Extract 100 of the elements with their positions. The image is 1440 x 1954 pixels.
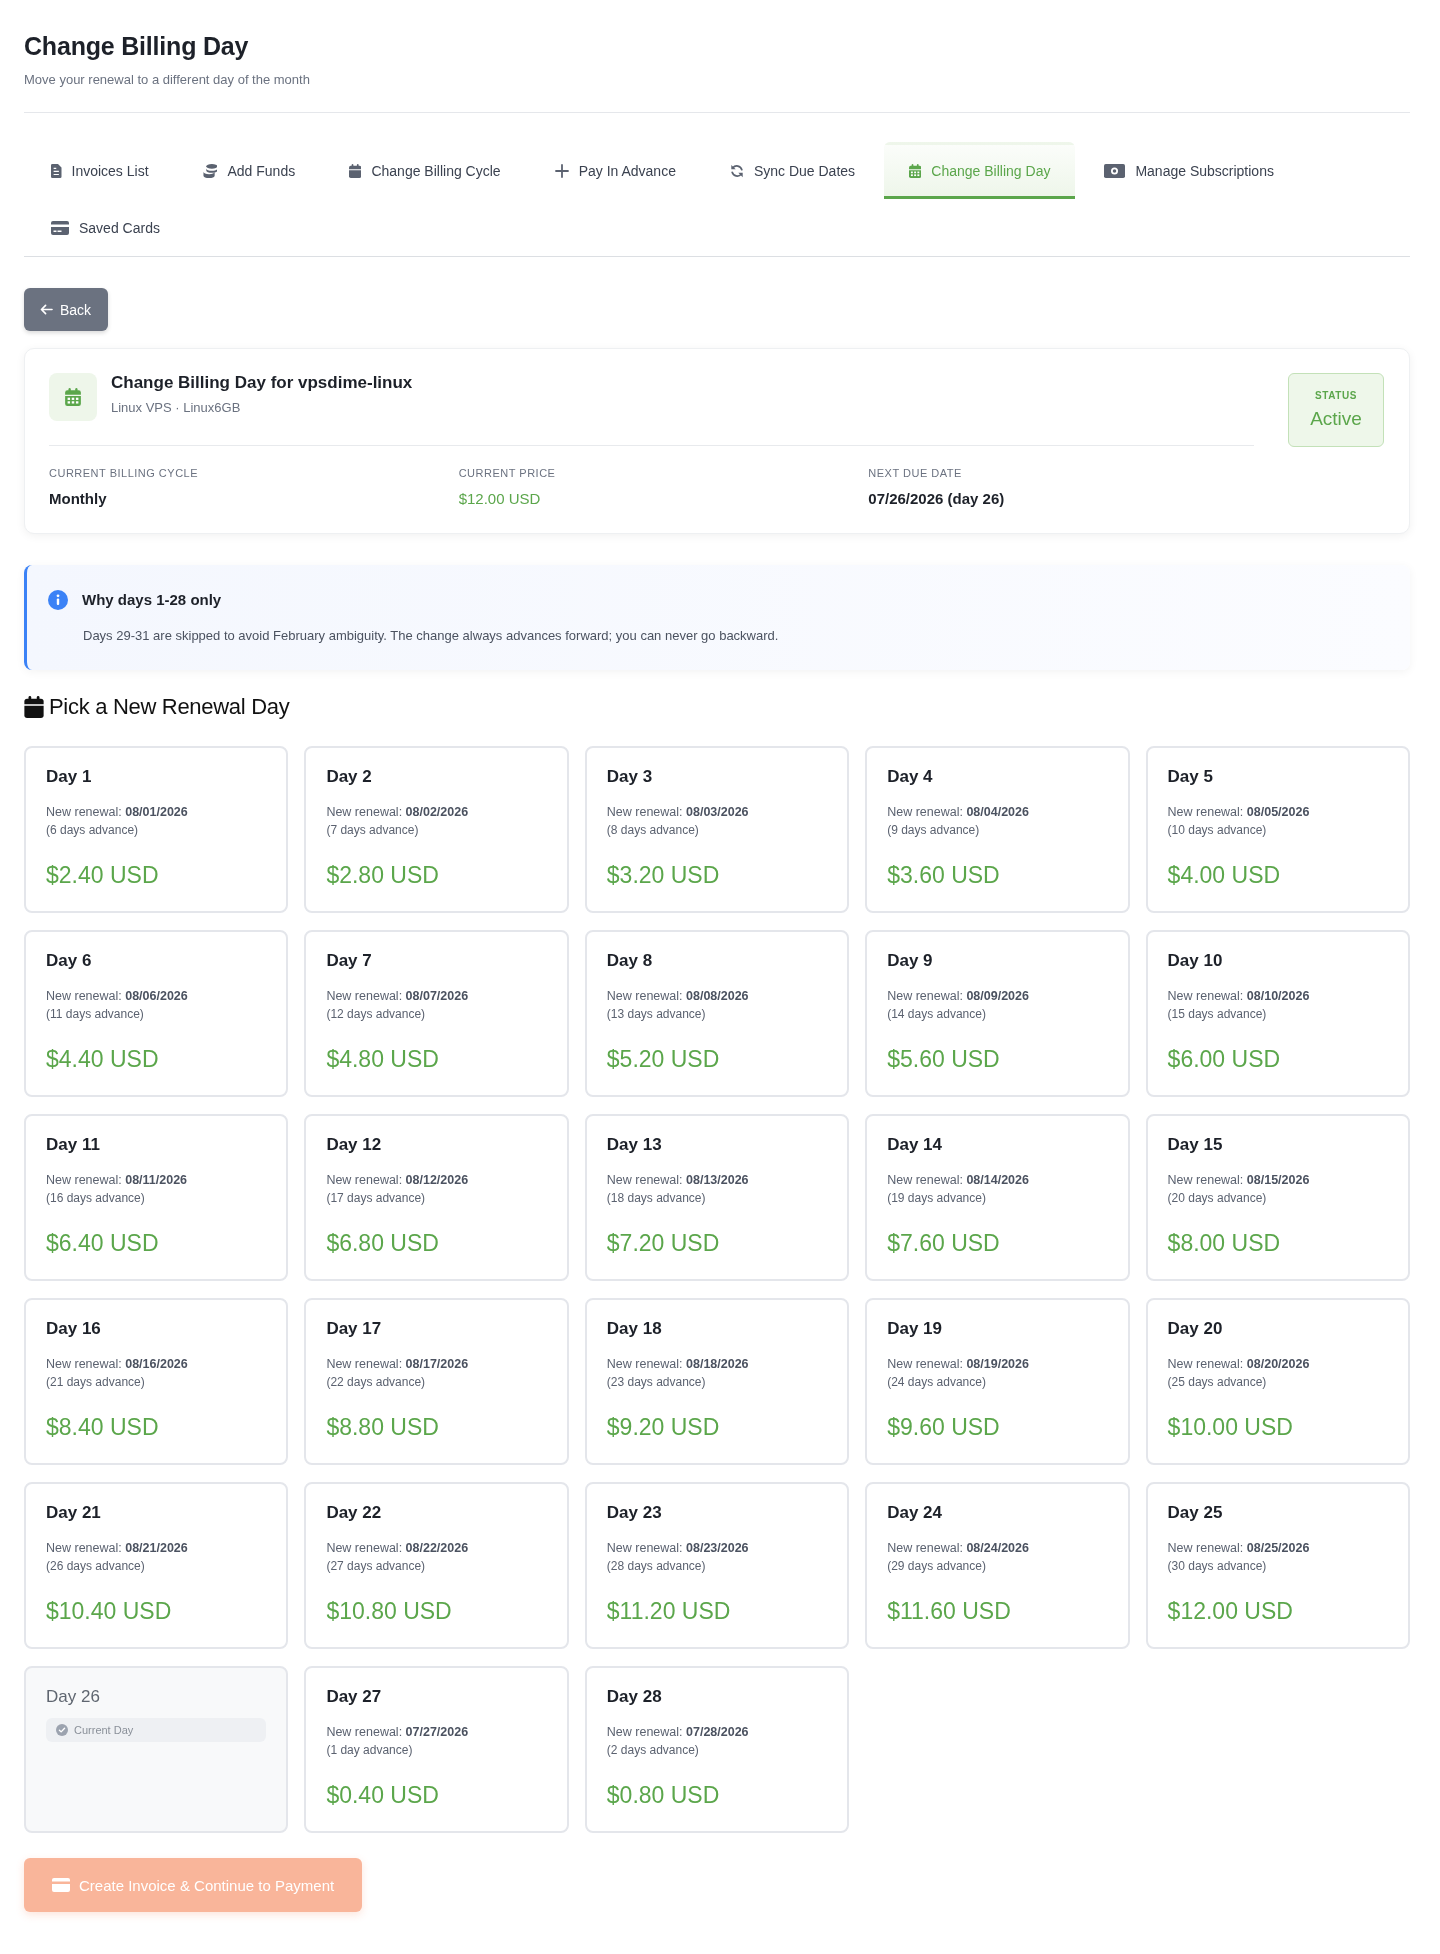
tab[interactable]: Saved Cards: [26, 199, 185, 256]
day-card[interactable]: Day 16 New renewal: 08/16/2026 (21 days advance) $8.40 USD: [24, 1298, 289, 1465]
day-card[interactable]: Day 14 New renewal: 08/14/2026 (19 days advance) $7.60 USD: [865, 1114, 1130, 1281]
day-card[interactable]: Day 10 New renewal: 08/10/2026 (15 days advance) $6.00 USD: [1145, 930, 1410, 1097]
tab[interactable]: Sync Due Dates: [704, 142, 881, 199]
day-title: Day 5: [1167, 766, 1214, 788]
advance-text: (22 days advance): [326, 1374, 427, 1391]
day-card[interactable]: Day 1 New renewal: 08/01/2026 (6 days advance) $2.40 USD: [24, 746, 289, 913]
price-text: $8.40 USD: [46, 1413, 160, 1442]
advance-text: (13 days advance): [606, 1006, 707, 1023]
day-title: Day 25: [1167, 1502, 1224, 1524]
price-text: $4.00 USD: [1167, 861, 1282, 890]
advance-text: (15 days advance): [1167, 1006, 1268, 1023]
advance-text: (1 day advance): [326, 1742, 414, 1759]
day-title: Day 23: [606, 1502, 663, 1524]
day-card[interactable]: Day 3 New renewal: 08/03/2026 (8 days advance) $3.20 USD: [584, 746, 850, 913]
advance-text: (20 days advance): [1167, 1190, 1268, 1207]
field-label: NEXT DUE DATE: [868, 466, 963, 480]
tab[interactable]: Manage Subscriptions: [1079, 142, 1299, 199]
price-text: $9.20 USD: [606, 1413, 721, 1442]
day-title: Day 18: [606, 1318, 663, 1340]
day-title: Day 10: [1167, 950, 1224, 972]
field-value: $12.00 USD: [458, 489, 542, 509]
calendar-icon: [24, 696, 44, 718]
day-card[interactable]: Day 20 New renewal: 08/20/2026 (25 days advance) $10.00 USD: [1145, 1298, 1410, 1465]
day-card[interactable]: Day 18 New renewal: 08/18/2026 (23 days advance) $9.20 USD: [584, 1298, 850, 1465]
renewal-text: New renewal: 07/28/2026: [606, 1724, 750, 1741]
day-card[interactable]: Day 13 New renewal: 08/13/2026 (18 days advance) $7.20 USD: [584, 1114, 850, 1281]
renewal-text: New renewal: 08/25/2026: [1167, 1540, 1311, 1557]
day-card[interactable]: Day 28 New renewal: 07/28/2026 (2 days advance) $0.80 USD: [584, 1666, 850, 1833]
arrow-left-icon: [40, 304, 53, 315]
calendar-icon: [909, 163, 922, 178]
renewal-text: New renewal: 08/09/2026: [887, 988, 1030, 1005]
day-title: Day 7: [326, 950, 373, 972]
day-title: Day 9: [887, 950, 934, 972]
advance-text: (10 days advance): [1167, 822, 1268, 839]
day-card[interactable]: Day 12 New renewal: 08/12/2026 (17 days advance) $6.80 USD: [304, 1114, 569, 1281]
day-card[interactable]: Day 21 New renewal: 08/21/2026 (26 days advance) $10.40 USD: [24, 1482, 289, 1649]
banknote-icon: [1104, 163, 1126, 178]
day-card[interactable]: Day 24 New renewal: 08/24/2026 (29 days advance) $11.60 USD: [865, 1482, 1130, 1649]
advance-text: (6 days advance): [46, 822, 140, 839]
advance-text: (17 days advance): [326, 1190, 427, 1207]
price-text: $11.20 USD: [606, 1597, 732, 1626]
status-value: Active: [1310, 408, 1362, 430]
advance-text: (14 days advance): [887, 1006, 987, 1023]
renewal-text: New renewal: 07/27/2026: [326, 1724, 470, 1741]
renewal-text: New renewal: 08/16/2026: [46, 1356, 189, 1373]
renewal-text: New renewal: 08/14/2026: [887, 1172, 1030, 1189]
day-title: Day 26: [46, 1686, 101, 1708]
info-icon: [48, 590, 68, 610]
price-text: $6.00 USD: [1167, 1045, 1282, 1074]
day-title: Day 13: [606, 1134, 663, 1156]
day-card[interactable]: Day 22 New renewal: 08/22/2026 (27 days advance) $10.80 USD: [304, 1482, 569, 1649]
advance-text: (2 days advance): [606, 1742, 700, 1759]
tab[interactable]: Invoices List: [26, 142, 174, 199]
renewal-text: New renewal: 08/13/2026: [606, 1172, 750, 1189]
section-heading: Pick a New Renewal Day: [49, 693, 290, 721]
coins-icon: [202, 163, 218, 178]
day-card[interactable]: Day 27 New renewal: 07/27/2026 (1 day advance) $0.40 USD: [304, 1666, 569, 1833]
advance-text: (9 days advance): [887, 822, 981, 839]
day-title: Day 1: [46, 766, 93, 788]
day-title: Day 22: [326, 1502, 383, 1524]
back-button[interactable]: Back: [24, 288, 109, 331]
day-card[interactable]: Day 6 New renewal: 08/06/2026 (11 days advance) $4.40 USD: [24, 930, 289, 1097]
price-text: $9.60 USD: [887, 1413, 1001, 1442]
renewal-text: New renewal: 08/20/2026: [1167, 1356, 1311, 1373]
day-card[interactable]: Day 15 New renewal: 08/15/2026 (20 days advance) $8.00 USD: [1145, 1114, 1410, 1281]
day-title: Day 11: [46, 1134, 101, 1156]
notice-title: Why days 1-28 only: [82, 590, 222, 610]
day-card[interactable]: Day 2 New renewal: 08/02/2026 (7 days advance) $2.80 USD: [304, 746, 569, 913]
field-label: CURRENT PRICE: [458, 466, 557, 480]
tab[interactable]: Change Billing Cycle: [324, 142, 526, 199]
calendar-icon: [349, 163, 362, 178]
day-card[interactable]: Day 4 New renewal: 08/04/2026 (9 days advance) $3.60 USD: [865, 746, 1130, 913]
day-card[interactable]: Day 5 New renewal: 08/05/2026 (10 days advance) $4.00 USD: [1145, 746, 1410, 913]
price-text: $2.40 USD: [46, 861, 160, 890]
renewal-text: New renewal: 08/15/2026: [1167, 1172, 1311, 1189]
renewal-text: New renewal: 08/19/2026: [887, 1356, 1030, 1373]
advance-text: (24 days advance): [887, 1374, 987, 1391]
day-card[interactable]: Day 7 New renewal: 08/07/2026 (12 days advance) $4.80 USD: [304, 930, 569, 1097]
price-text: $3.20 USD: [606, 861, 721, 890]
advance-text: (26 days advance): [46, 1558, 146, 1575]
credit-card-icon: [51, 220, 69, 235]
price-text: $6.40 USD: [46, 1229, 160, 1258]
advance-text: (23 days advance): [606, 1374, 707, 1391]
day-title: Day 15: [1167, 1134, 1224, 1156]
advance-text: (29 days advance): [887, 1558, 987, 1575]
day-card[interactable]: Day 25 New renewal: 08/25/2026 (30 days advance) $12.00 USD: [1145, 1482, 1410, 1649]
advance-text: (7 days advance): [326, 822, 420, 839]
price-text: $4.80 USD: [326, 1045, 440, 1074]
day-card[interactable]: Day 23 New renewal: 08/23/2026 (28 days advance) $11.20 USD: [584, 1482, 850, 1649]
tab[interactable]: Add Funds: [177, 142, 321, 199]
day-card[interactable]: Day 9 New renewal: 08/09/2026 (14 days advance) $5.60 USD: [865, 930, 1130, 1097]
day-card[interactable]: Day 11 New renewal: 08/11/2026 (16 days advance) $6.40 USD: [24, 1114, 289, 1281]
day-card[interactable]: Day 17 New renewal: 08/17/2026 (22 days advance) $8.80 USD: [304, 1298, 569, 1465]
day-card[interactable]: Day 19 New renewal: 08/19/2026 (24 days advance) $9.60 USD: [865, 1298, 1130, 1465]
tab[interactable]: Pay In Advance: [529, 142, 701, 199]
renewal-text: New renewal: 08/12/2026: [326, 1172, 470, 1189]
day-card[interactable]: Day 8 New renewal: 08/08/2026 (13 days advance) $5.20 USD: [584, 930, 850, 1097]
day-title: Day 19: [887, 1318, 943, 1340]
